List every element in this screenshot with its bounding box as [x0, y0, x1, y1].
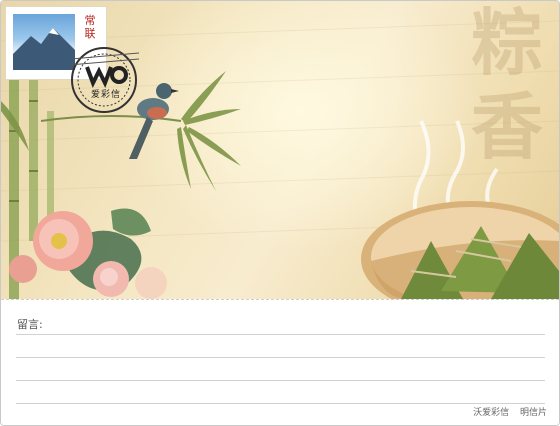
calligraphy-char-2: 香	[470, 84, 543, 169]
message-line-4[interactable]	[16, 403, 545, 404]
message-panel: 留言: 沃爱彩信 明信片	[1, 299, 559, 425]
stamp-mountain-image	[13, 14, 75, 70]
message-line-3[interactable]	[16, 380, 545, 381]
message-line-1[interactable]	[16, 334, 545, 335]
footer-type: 明信片	[519, 408, 547, 418]
postcard: 粽 香 常联 爱彩信 留言: 沃爱彩信 明信片	[0, 0, 560, 426]
stamp-label: 常联	[84, 14, 96, 40]
postcard-illustration: 粽 香 常联 爱彩信	[1, 1, 559, 299]
postmark-brand: 爱彩信	[91, 90, 122, 100]
postmark-seal: 爱彩信	[69, 45, 139, 115]
background-calligraphy: 粽 香	[457, 1, 557, 169]
calligraphy-char-1: 粽	[470, 0, 543, 85]
footer-brand: 沃爱彩信	[473, 408, 510, 418]
card-footer: 沃爱彩信 明信片	[465, 405, 547, 418]
message-line-2[interactable]	[16, 357, 545, 358]
message-label: 留言:	[17, 318, 43, 331]
